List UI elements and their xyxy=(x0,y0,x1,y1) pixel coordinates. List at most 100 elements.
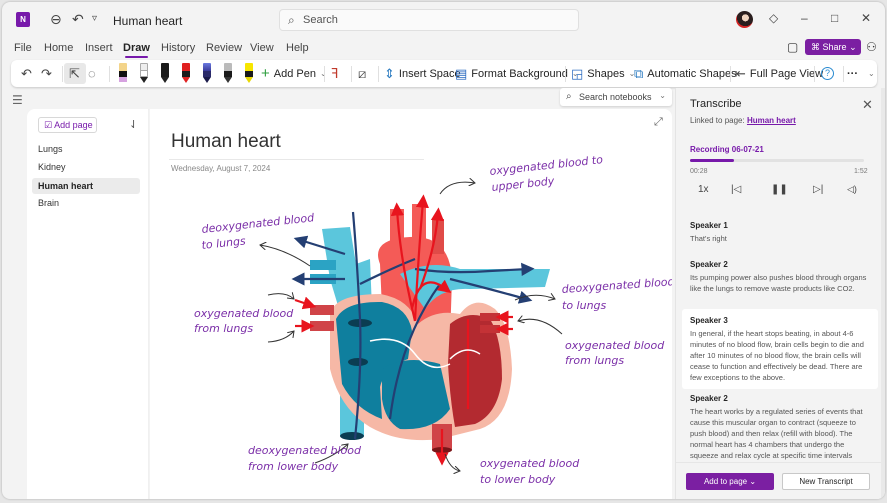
chevron-down-icon: ⌄ xyxy=(659,91,666,100)
skip-forward-icon[interactable]: ▷| xyxy=(813,184,823,195)
full-page-view-button[interactable]: ⇤ Full Page View xyxy=(735,60,823,87)
panel-scrollbar[interactable] xyxy=(881,88,885,499)
pen-white[interactable] xyxy=(139,63,149,84)
playback-speed-button[interactable]: 1x xyxy=(698,184,709,195)
transcript-segment-active[interactable]: Speaker 3 In general, if the heart stops… xyxy=(682,309,878,389)
more-options-button[interactable]: ··· xyxy=(847,60,858,87)
transcript-segment[interactable]: Speaker 2 Its pumping power also pushes … xyxy=(682,253,878,300)
linked-page-link[interactable]: Human heart xyxy=(747,116,796,125)
add-to-page-button[interactable]: Add to page ⌄ xyxy=(686,473,774,490)
collapse-ribbon-button[interactable]: ⌄ xyxy=(864,60,875,87)
back-icon[interactable]: ⊖ xyxy=(50,11,62,28)
annotation-upper-body-2: upper body xyxy=(491,174,555,194)
annotation-oxy-left-1: oxygenated blood xyxy=(194,307,294,320)
select-tool[interactable]: ⇱ xyxy=(69,60,84,87)
meeting-notes-icon[interactable]: ⚇ xyxy=(866,40,877,54)
insert-space-button[interactable]: ⇕ Insert Space xyxy=(384,60,461,87)
pen-eraser[interactable] xyxy=(118,63,128,84)
pen-silver[interactable] xyxy=(223,63,233,84)
tab-view[interactable]: View xyxy=(250,42,274,54)
speaker-name: Speaker 3 xyxy=(690,316,728,325)
speaker-name: Speaker 2 xyxy=(690,394,728,403)
page-item-lungs[interactable]: Lungs xyxy=(32,141,140,157)
share-button[interactable]: ⌘ Share ⌄ xyxy=(805,39,861,55)
lasso-select-button[interactable]: ◌ xyxy=(88,60,100,87)
sort-icon[interactable]: ⇃ xyxy=(129,118,138,131)
highlighter-yellow[interactable] xyxy=(244,63,254,84)
tab-draw[interactable]: Draw xyxy=(123,42,150,58)
skip-back-icon[interactable]: |◁ xyxy=(731,184,741,195)
volume-icon[interactable]: ◁) xyxy=(847,184,857,195)
sticky-note-icon[interactable]: ▢ xyxy=(787,40,798,54)
minimize-button[interactable]: – xyxy=(801,11,808,25)
menu-tabs: File Home Insert Draw History Review Vie… xyxy=(2,38,885,58)
ink-to-text-button[interactable]: ꟻ xyxy=(331,60,342,87)
tab-history[interactable]: History xyxy=(161,42,195,54)
undo-button[interactable]: ↶ xyxy=(21,60,36,87)
share-label: Share xyxy=(822,42,847,52)
pause-icon[interactable]: ❚❚ xyxy=(771,184,788,195)
transcript-segment[interactable]: Speaker 2 The heart works by a regulated… xyxy=(682,387,878,467)
page-list: ☑ Add page ⇃ Lungs Kidney Human heart Br… xyxy=(27,109,149,499)
add-page-label: Add page xyxy=(54,120,93,130)
new-transcript-button[interactable]: New Transcript xyxy=(782,473,870,490)
pointer-icon: ⇱ xyxy=(69,65,80,81)
quick-access-dropdown-icon[interactable]: ▿ xyxy=(92,13,97,24)
search-icon: ⌕ xyxy=(566,91,572,102)
chevron-down-icon: ⌄ xyxy=(749,477,757,486)
transcript-segment[interactable]: Speaker 1 That's right xyxy=(682,214,878,250)
format-background-button[interactable]: ▤ Format Background ⌄ xyxy=(455,60,579,87)
search-input[interactable]: ⌕ Search xyxy=(279,9,579,31)
search-icon: ⌕ xyxy=(288,13,295,27)
page-canvas[interactable]: Human heart Wednesday, August 7, 2024 ⤢ xyxy=(150,109,672,499)
help-button[interactable]: ? xyxy=(821,60,834,87)
add-page-button[interactable]: ☑ Add page xyxy=(38,117,97,133)
hamburger-menu-icon[interactable]: ☰ xyxy=(12,93,23,107)
oxy-arrow-in-left-1 xyxy=(294,296,317,310)
redo-icon: ↷ xyxy=(41,65,52,81)
ruler-button[interactable]: ⧄ xyxy=(358,60,370,87)
premium-diamond-icon[interactable]: ◇ xyxy=(769,11,778,25)
annotation-oxy-left-2: from lungs xyxy=(194,322,253,335)
search-placeholder: Search xyxy=(303,14,338,26)
right-ventricle xyxy=(382,360,450,430)
tab-file[interactable]: File xyxy=(14,42,32,54)
heart-diagram: oxygenated blood to upper body deoxygena… xyxy=(194,153,672,486)
page-item-human-heart[interactable]: Human heart xyxy=(32,178,140,194)
page-item-brain[interactable]: Brain xyxy=(32,195,140,211)
close-transcribe-icon[interactable]: ✕ xyxy=(862,97,873,113)
page-item-kidney[interactable]: Kidney xyxy=(32,159,140,175)
tab-insert[interactable]: Insert xyxy=(85,42,113,54)
shapes-button[interactable]: ◲ Shapes ⌄ xyxy=(571,60,635,87)
annotation-oxy-right-2: from lungs xyxy=(565,354,624,367)
ink-arrow-oxy-left-2 xyxy=(267,331,294,343)
close-button[interactable]: ✕ xyxy=(861,11,871,25)
pen-black[interactable] xyxy=(160,63,170,84)
share-icon: ⌘ xyxy=(811,42,820,52)
annotation-deoxy-right-1: deoxygenated blood xyxy=(561,275,672,296)
tab-review[interactable]: Review xyxy=(206,42,242,54)
add-pen-button[interactable]: + Add Pen ⌄ xyxy=(261,60,327,87)
automatic-shapes-button[interactable]: ⧉ Automatic Shapes xyxy=(634,60,737,87)
lasso-icon: ◌ xyxy=(88,66,96,81)
tab-home[interactable]: Home xyxy=(44,42,73,54)
undo-icon[interactable]: ↶ xyxy=(72,11,84,28)
transcribe-title: Transcribe xyxy=(690,98,742,110)
add-pen-label: Add Pen xyxy=(273,67,316,80)
maximize-button[interactable]: □ xyxy=(831,11,838,25)
help-icon: ? xyxy=(821,67,834,80)
redo-button[interactable]: ↷ xyxy=(41,60,56,87)
search-notebooks-input[interactable]: ⌕ Search notebooks ⌄ xyxy=(560,88,672,106)
avatar[interactable] xyxy=(736,11,753,28)
playback-progress-slider[interactable] xyxy=(690,159,864,162)
recording-name[interactable]: Recording 06-07-21 xyxy=(690,145,764,154)
annotation-deoxy-right-2: to lungs xyxy=(562,299,607,312)
tab-help[interactable]: Help xyxy=(286,42,309,54)
ribbon-divider xyxy=(351,66,352,82)
pen-galaxy[interactable] xyxy=(202,63,212,84)
speaker-name: Speaker 2 xyxy=(690,260,728,269)
pen-red[interactable] xyxy=(181,63,191,84)
ribbon-divider xyxy=(730,66,731,82)
ribbon-divider xyxy=(843,66,844,82)
annotation-oxy-right-1: oxygenated blood xyxy=(565,339,665,352)
